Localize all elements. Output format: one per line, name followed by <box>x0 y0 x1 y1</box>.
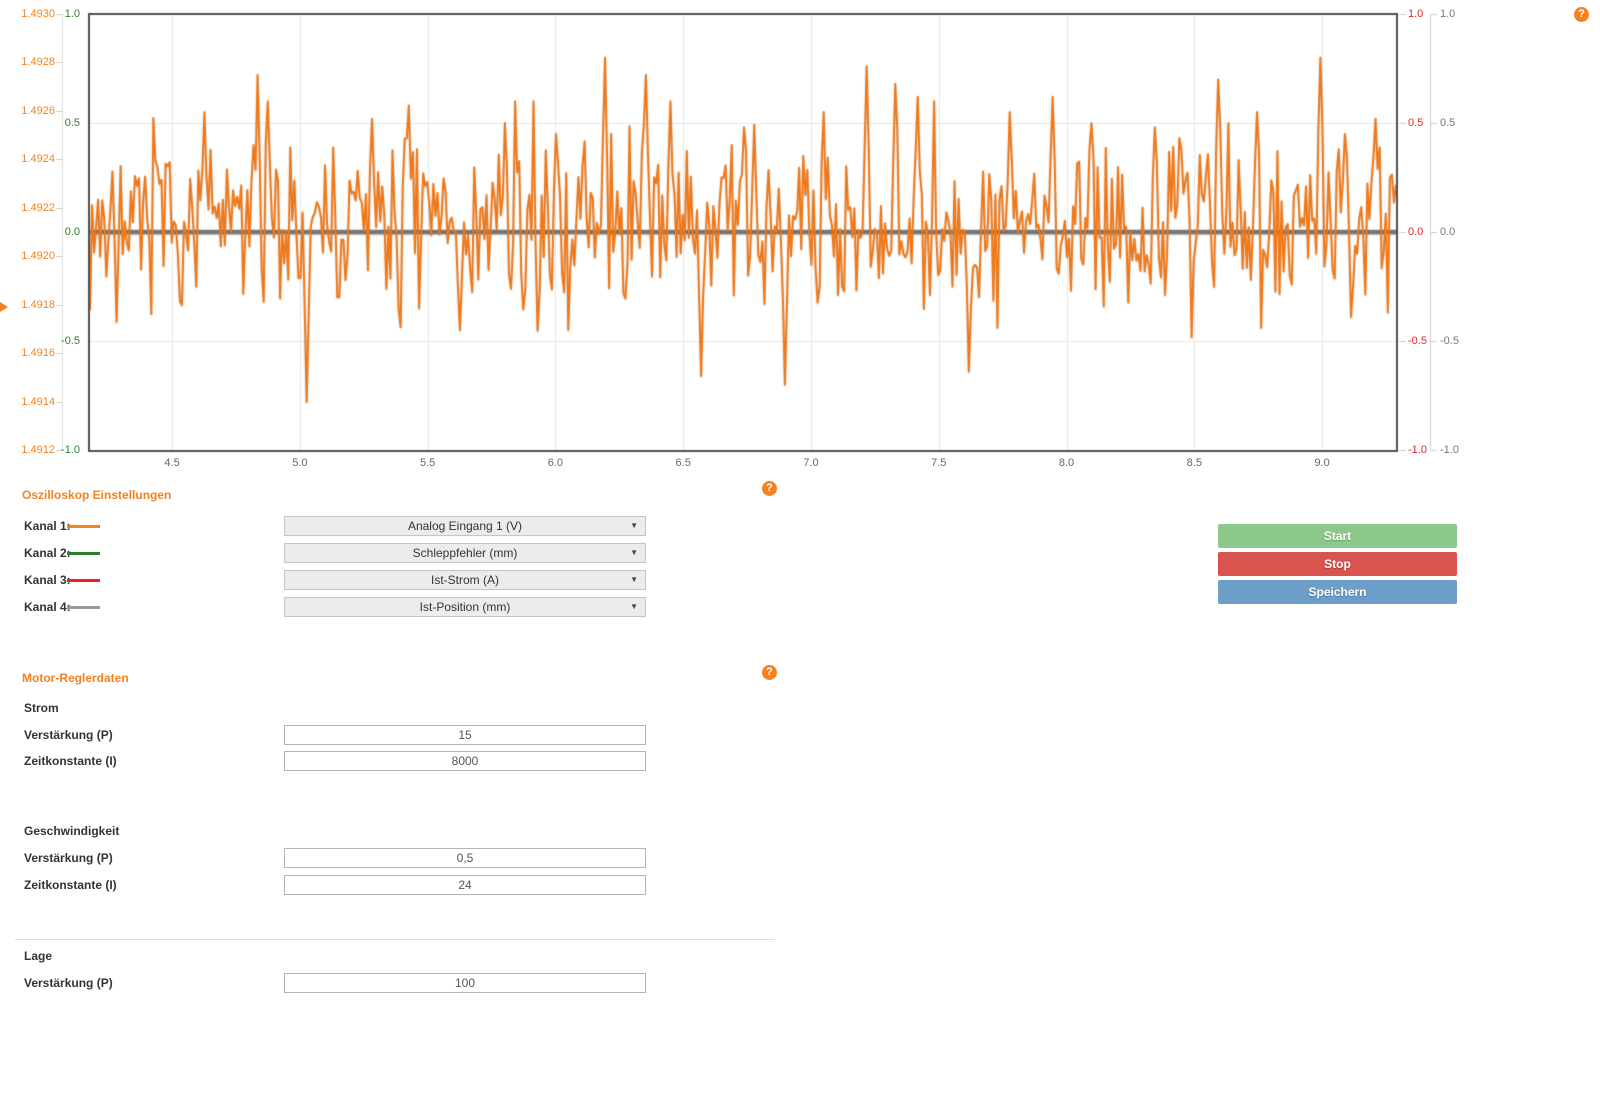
axis-pan-arrow-icon[interactable] <box>0 302 8 312</box>
kanal-3-label: Kanal 3: <box>24 570 71 590</box>
lage-verstaerkung-input[interactable] <box>284 973 646 993</box>
lage-verstaerkung-label: Verstärkung (P) <box>24 973 113 993</box>
kanal-1-color-swatch <box>67 525 100 528</box>
oscilloscope-app: 1.49301.49281.49261.49241.49221.49201.49… <box>0 0 1600 1106</box>
kanal-1-select[interactable]: Analog Eingang 1 (V) ▼ <box>284 516 646 536</box>
strom-verstaerkung-input[interactable] <box>284 725 646 745</box>
kanal-4-color-swatch <box>67 606 100 609</box>
kanal-4-label: Kanal 4: <box>24 597 71 617</box>
section-divider <box>15 939 775 940</box>
motor-section-title: Motor-Reglerdaten <box>22 671 129 685</box>
chevron-down-icon: ▼ <box>630 544 638 562</box>
motor-help-icon[interactable]: ? <box>762 665 777 680</box>
kanal-3-select[interactable]: Ist-Strom (A) ▼ <box>284 570 646 590</box>
geschwindigkeit-zeitkonstante-input[interactable] <box>284 875 646 895</box>
kanal-4-selected-value: Ist-Position (mm) <box>285 598 645 616</box>
kanal-4-select[interactable]: Ist-Position (mm) ▼ <box>284 597 646 617</box>
chevron-down-icon: ▼ <box>630 571 638 589</box>
kanal-2-select[interactable]: Schleppfehler (mm) ▼ <box>284 543 646 563</box>
stop-button[interactable]: Stop <box>1218 552 1457 576</box>
kanal-1-label: Kanal 1: <box>24 516 71 536</box>
geschwindigkeit-verstaerkung-input[interactable] <box>284 848 646 868</box>
kanal-2-label: Kanal 2: <box>24 543 71 563</box>
strom-verstaerkung-label: Verstärkung (P) <box>24 725 113 745</box>
chevron-down-icon: ▼ <box>630 598 638 616</box>
oszilloskop-help-icon[interactable]: ? <box>762 481 777 496</box>
strom-zeitkonstante-label: Zeitkonstante (I) <box>24 751 117 771</box>
kanal-3-selected-value: Ist-Strom (A) <box>285 571 645 589</box>
strom-zeitkonstante-input[interactable] <box>284 751 646 771</box>
kanal-3-color-swatch <box>67 579 100 582</box>
geschwindigkeit-verstaerkung-label: Verstärkung (P) <box>24 848 113 868</box>
group-title-geschwindigkeit: Geschwindigkeit <box>24 824 119 838</box>
kanal-1-selected-value: Analog Eingang 1 (V) <box>285 517 645 535</box>
scope-plot-canvas[interactable] <box>0 0 1600 470</box>
speichern-button[interactable]: Speichern <box>1218 580 1457 604</box>
kanal-2-selected-value: Schleppfehler (mm) <box>285 544 645 562</box>
geschwindigkeit-zeitkonstante-label: Zeitkonstante (I) <box>24 875 117 895</box>
chart-help-icon[interactable]: ? <box>1574 7 1589 22</box>
oscilloscope-chart: 1.49301.49281.49261.49241.49221.49201.49… <box>0 0 1600 470</box>
group-title-strom: Strom <box>24 701 59 715</box>
kanal-2-color-swatch <box>67 552 100 555</box>
chevron-down-icon: ▼ <box>630 517 638 535</box>
oszilloskop-section-title: Oszilloskop Einstellungen <box>22 488 171 502</box>
group-title-lage: Lage <box>24 949 52 963</box>
start-button[interactable]: Start <box>1218 524 1457 548</box>
